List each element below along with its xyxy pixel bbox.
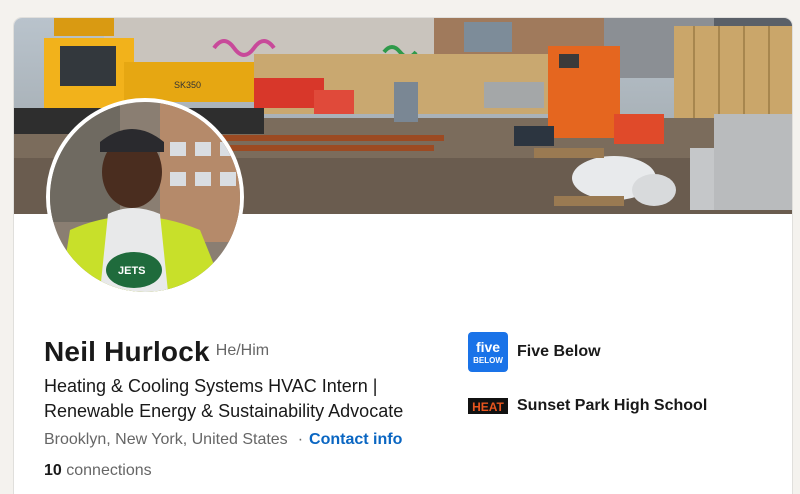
current-company-item[interactable]: five BELOW Five Below bbox=[468, 332, 601, 372]
five-below-logo-icon: five BELOW bbox=[468, 332, 508, 372]
connections-label: connections bbox=[66, 462, 152, 479]
profile-pronouns: He/Him bbox=[215, 342, 270, 359]
connections-number: 10 bbox=[44, 462, 62, 479]
school-name: Sunset Park High School bbox=[517, 397, 708, 414]
profile-name: Neil Hurlock bbox=[44, 336, 210, 367]
connections-count[interactable]: 10 connections bbox=[44, 462, 152, 480]
profile-photo-avatar[interactable]: JETS bbox=[46, 98, 244, 296]
profile-card: SK350 JETS Neil Hurlock He/Him Heating &… bbox=[14, 18, 792, 494]
education-item[interactable]: HEAT Sunset Park High School bbox=[468, 386, 707, 426]
current-company-name: Five Below bbox=[517, 343, 601, 360]
svg-text:JETS: JETS bbox=[118, 265, 146, 277]
profile-headline: Heating & Cooling Systems HVAC Intern | … bbox=[44, 376, 404, 421]
location-row: Brooklyn, New York, United States · Cont… bbox=[44, 431, 402, 449]
contact-info-link[interactable]: Contact info bbox=[309, 431, 402, 449]
name-row: Neil Hurlock He/Him bbox=[44, 336, 269, 368]
five-below-logo-text-2: BELOW bbox=[473, 356, 503, 365]
separator-dot: · bbox=[297, 431, 304, 448]
five-below-logo-text-1: five bbox=[476, 339, 500, 355]
school-logo-icon: HEAT bbox=[468, 386, 508, 426]
svg-text:SK350: SK350 bbox=[174, 80, 201, 90]
profile-location: Brooklyn, New York, United States bbox=[44, 431, 288, 448]
school-logo-text: HEAT bbox=[472, 400, 504, 414]
